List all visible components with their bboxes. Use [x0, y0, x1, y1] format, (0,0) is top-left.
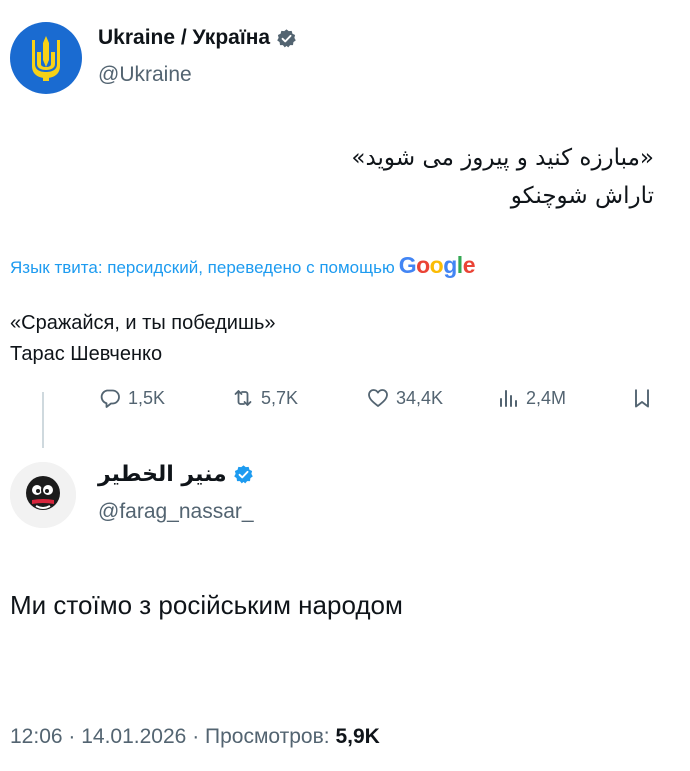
- retweet-icon: [234, 390, 252, 406]
- tweet-date[interactable]: 14.01.2026: [81, 725, 186, 748]
- translated-line2: Тарас Шевченко: [10, 343, 163, 365]
- translation-note-text[interactable]: Язык твита: персидский, переведено с пом…: [10, 258, 395, 278]
- translated-line1: «Сражайся, и ты победишь»: [10, 312, 276, 334]
- tweet1-handle[interactable]: @Ukraine: [98, 63, 192, 87]
- meta-separator: ·: [68, 725, 82, 748]
- trident-icon: [32, 36, 60, 81]
- reply-icon: [100, 389, 120, 408]
- google-logo: Google: [398, 252, 476, 278]
- meta-separator: ·: [192, 725, 206, 748]
- views-value: 5,9K: [335, 725, 380, 748]
- like-count: 34,4K: [396, 387, 444, 408]
- ukraine-avatar[interactable]: [10, 22, 82, 94]
- retweet-count: 5,7K: [261, 387, 299, 408]
- views-count: 2,4M: [526, 387, 567, 408]
- tweet2-meta: 12:06 · 14.01.2026 · Просмотров: 5,9K: [10, 725, 380, 749]
- verified-badge-icon: [277, 28, 296, 47]
- views-label: Просмотров:: [205, 725, 330, 748]
- tweet2-handle[interactable]: @farag_nassar_: [98, 500, 254, 524]
- bookmark-icon: [635, 389, 649, 408]
- views-icon: [500, 390, 517, 407]
- reply-button[interactable]: 1,5K: [98, 386, 165, 410]
- tweet2-text: Ми стоїмо з російським народом: [10, 590, 403, 620]
- translation-note[interactable]: Язык твита: персидский, переведено с пом…: [10, 252, 475, 279]
- heart-icon: [368, 389, 388, 407]
- reply-count: 1,5K: [128, 387, 166, 408]
- tweet1-text-line2: تاراش شوچنکو: [510, 183, 654, 209]
- author-name-text[interactable]: Ukraine / Україна: [98, 26, 270, 50]
- thread-connector-line: [42, 392, 44, 448]
- verified-badge-icon: [233, 465, 253, 484]
- tweet1-text-line1: «مبارزه کنید و پیروز می شوید»: [351, 145, 654, 171]
- tweet1-author-name[interactable]: Ukraine / Україна: [98, 26, 297, 50]
- bookmark-button[interactable]: [630, 386, 654, 410]
- author-name-text[interactable]: منير الخطير: [98, 462, 227, 487]
- retweet-button[interactable]: 5,7K: [231, 386, 298, 410]
- like-button[interactable]: 34,4K: [366, 386, 443, 410]
- farag-avatar[interactable]: [10, 462, 76, 528]
- tweet2-author-name[interactable]: منير الخطير: [98, 462, 254, 487]
- cartoon-character-icon: [10, 462, 76, 528]
- views-button[interactable]: 2,4M: [496, 386, 566, 410]
- tweet-time[interactable]: 12:06: [10, 725, 63, 748]
